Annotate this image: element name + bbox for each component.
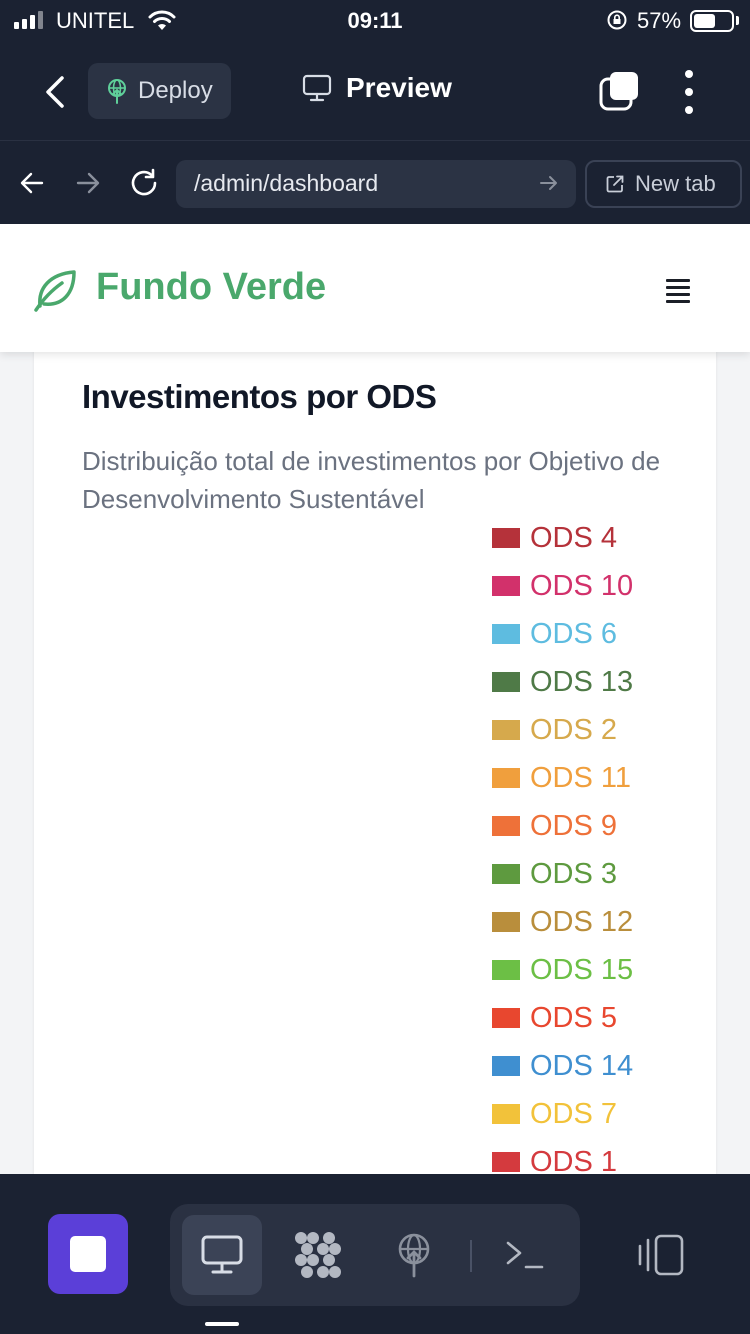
- terminal-icon: [506, 1241, 544, 1269]
- legend-label: ODS 4: [530, 521, 618, 554]
- new-tab-label: New tab: [635, 171, 716, 196]
- legend-label: ODS 7: [530, 1097, 618, 1130]
- legend-swatch: [492, 768, 520, 788]
- deploy-button[interactable]: Deploy: [88, 63, 231, 119]
- legend-item[interactable]: ODS 12: [492, 898, 633, 946]
- legend-swatch: [492, 1008, 520, 1028]
- nav-forward-arrow-icon[interactable]: [74, 169, 102, 197]
- legend-swatch: [492, 912, 520, 932]
- deploy-globe-icon: [398, 1233, 430, 1278]
- legend-swatch: [492, 816, 520, 836]
- divider: [470, 1240, 472, 1272]
- legend-swatch: [492, 960, 520, 980]
- legend-item[interactable]: ODS 4: [492, 514, 633, 562]
- site-header: Fundo Verde: [0, 224, 750, 352]
- battery-tip: [736, 16, 739, 25]
- battery-icon: [690, 10, 734, 32]
- deploy-view-button[interactable]: [374, 1215, 454, 1295]
- legend-label: ODS 11: [530, 761, 632, 794]
- legend-swatch: [492, 624, 520, 644]
- legend-label: ODS 13: [530, 665, 634, 698]
- card-subtitle: Distribuição total de investimentos por …: [82, 446, 661, 514]
- stop-button[interactable]: [48, 1214, 128, 1294]
- legend-swatch: [492, 576, 520, 596]
- card-title: Investimentos por ODS: [82, 378, 437, 415]
- brand-name[interactable]: Fundo Verde: [96, 266, 326, 309]
- legend-label: ODS 5: [530, 1001, 618, 1034]
- home-indicator: [205, 1322, 239, 1326]
- legend-label: ODS 3: [530, 857, 618, 890]
- legend-item[interactable]: ODS 13: [492, 658, 633, 706]
- legend-item[interactable]: ODS 14: [492, 1042, 633, 1090]
- chart-legend: ODS 4 ODS 10 ODS 6 ODS 13 ODS 2 ODS 11 ODS 9 OD…: [492, 514, 633, 1174]
- investments-card: Investimentos por ODS Distribuição total…: [34, 334, 716, 1174]
- device-frame-icon[interactable]: [636, 1232, 688, 1278]
- web-preview: Fundo Verde Investimentos por ODS Distri…: [0, 224, 750, 1174]
- legend-label: ODS 1: [530, 1145, 618, 1175]
- legend-item[interactable]: ODS 6: [492, 610, 633, 658]
- apps-view-button[interactable]: [278, 1215, 358, 1295]
- legend-item[interactable]: ODS 15: [492, 946, 633, 994]
- terminal-view-button[interactable]: [484, 1215, 564, 1295]
- external-link-icon: [606, 175, 624, 193]
- legend-swatch: [492, 720, 520, 740]
- legend-swatch: [492, 1152, 520, 1172]
- bottom-toolbar: [0, 1174, 750, 1334]
- back-chevron-icon[interactable]: [36, 70, 76, 114]
- legend-item[interactable]: ODS 5: [492, 994, 633, 1042]
- rotation-lock-icon: [607, 10, 627, 30]
- battery-fill: [694, 14, 715, 28]
- legend-item[interactable]: ODS 3: [492, 850, 633, 898]
- legend-label: ODS 14: [530, 1049, 634, 1082]
- battery-percent: 57%: [637, 8, 682, 33]
- deploy-label: Deploy: [138, 77, 213, 104]
- legend-swatch: [492, 1056, 520, 1076]
- legend-item[interactable]: ODS 7: [492, 1090, 633, 1138]
- app-toolbar: Deploy Preview: [0, 44, 750, 140]
- tabs-icon[interactable]: [598, 70, 640, 112]
- legend-item[interactable]: ODS 1: [492, 1138, 633, 1174]
- legend-swatch: [492, 864, 520, 884]
- status-bar: UNITEL 09:11 57%: [0, 0, 750, 44]
- legend-label: ODS 12: [530, 905, 634, 938]
- legend-label: ODS 10: [530, 569, 634, 602]
- legend-label: ODS 6: [530, 617, 618, 650]
- legend-label: ODS 15: [530, 953, 634, 986]
- reload-icon[interactable]: [128, 167, 160, 199]
- legend-label: ODS 2: [530, 713, 618, 746]
- legend-swatch: [492, 528, 520, 548]
- url-input[interactable]: /admin/dashboard: [176, 160, 576, 208]
- dots-grid-icon: [295, 1232, 341, 1278]
- legend-item[interactable]: ODS 9: [492, 802, 633, 850]
- stop-icon: [70, 1236, 106, 1272]
- hamburger-menu-icon[interactable]: [666, 279, 690, 303]
- legend-item[interactable]: ODS 11: [492, 754, 633, 802]
- preview-title: Preview: [302, 72, 452, 104]
- legend-swatch: [492, 672, 520, 692]
- legend-swatch: [492, 1104, 520, 1124]
- legend-label: ODS 9: [530, 809, 618, 842]
- legend-item[interactable]: ODS 2: [492, 706, 633, 754]
- leaf-logo-icon: [34, 270, 76, 312]
- monitor-icon: [201, 1235, 243, 1274]
- view-switcher: [170, 1204, 580, 1306]
- preview-label: Preview: [346, 72, 452, 103]
- go-arrow-icon[interactable]: [538, 172, 560, 194]
- nav-back-arrow-icon[interactable]: [18, 169, 46, 197]
- more-options-icon[interactable]: [676, 70, 702, 114]
- url-text: /admin/dashboard: [194, 170, 379, 196]
- legend-item[interactable]: ODS 10: [492, 562, 633, 610]
- monitor-icon: [302, 74, 332, 102]
- new-tab-button[interactable]: New tab: [585, 160, 742, 208]
- browser-bar: /admin/dashboard New tab: [0, 140, 750, 224]
- deploy-globe-icon: [108, 79, 126, 104]
- preview-view-button[interactable]: [182, 1215, 262, 1295]
